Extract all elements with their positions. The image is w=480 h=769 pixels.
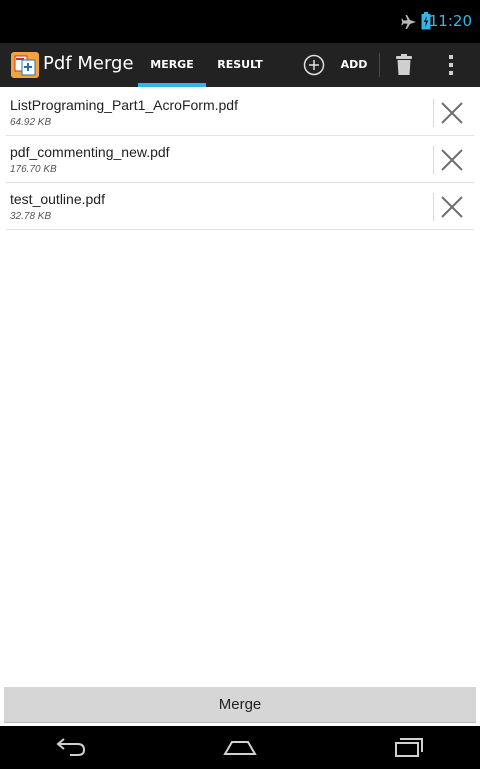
home-icon[interactable] (222, 734, 258, 764)
recent-apps-icon[interactable] (392, 734, 426, 764)
airplane-mode-icon (401, 14, 417, 34)
remove-file-icon[interactable] (440, 101, 464, 125)
tab-result-label: RESULT (217, 58, 263, 71)
add-button[interactable]: ADD (336, 43, 372, 87)
tab-result[interactable]: RESULT (206, 43, 274, 87)
row-divider (433, 146, 434, 174)
status-clock: 11:20 (428, 12, 472, 30)
tab-merge-label: MERGE (150, 58, 194, 71)
trash-icon[interactable] (395, 53, 413, 81)
row-divider (433, 99, 434, 127)
file-name: test_outline.pdf (10, 191, 105, 207)
overflow-menu-icon[interactable] (447, 52, 455, 82)
pdf-merge-app-icon (10, 50, 40, 80)
file-size: 176.70 KB (10, 164, 57, 175)
action-bar: Pdf Merge MERGE RESULT ADD (0, 43, 480, 87)
merge-button[interactable]: Merge (4, 687, 476, 723)
file-list-item[interactable]: ListPrograming_Part1_AcroForm.pdf 64.92 … (6, 89, 474, 136)
file-size: 32.78 KB (10, 211, 52, 222)
file-list-item[interactable]: test_outline.pdf 32.78 KB (6, 183, 474, 230)
file-name: pdf_commenting_new.pdf (10, 144, 170, 160)
selected-tab-indicator (138, 83, 206, 87)
file-list: ListPrograming_Part1_AcroForm.pdf 64.92 … (0, 89, 480, 230)
file-name: ListPrograming_Part1_AcroForm.pdf (10, 97, 238, 113)
navigation-bar (0, 726, 480, 769)
row-divider (433, 193, 434, 221)
app-title: Pdf Merge (43, 53, 134, 74)
tab-merge[interactable]: MERGE (138, 43, 206, 87)
add-circle-icon[interactable] (302, 53, 326, 81)
remove-file-icon[interactable] (440, 195, 464, 219)
status-bar: 11:20 (0, 0, 480, 43)
remove-file-icon[interactable] (440, 148, 464, 172)
back-icon[interactable] (54, 734, 88, 764)
action-bar-divider (379, 53, 380, 77)
file-size: 64.92 KB (10, 117, 52, 128)
file-list-item[interactable]: pdf_commenting_new.pdf 176.70 KB (6, 136, 474, 183)
